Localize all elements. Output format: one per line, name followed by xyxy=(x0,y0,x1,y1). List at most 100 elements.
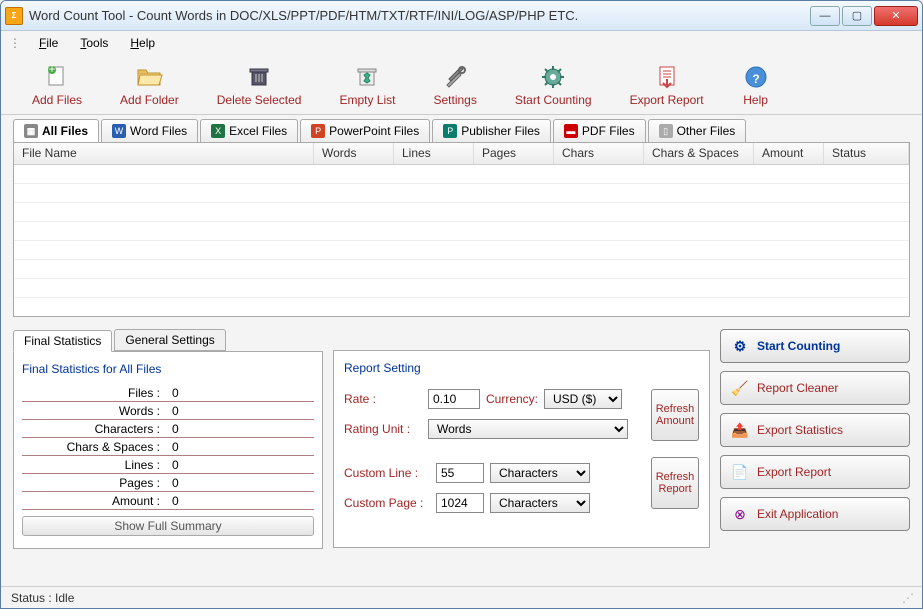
report-cleaner-label: Report Cleaner xyxy=(757,381,838,395)
export-statistics-action[interactable]: 📤 Export Statistics xyxy=(720,413,910,447)
custom-line-input[interactable] xyxy=(436,463,484,483)
custom-page-input[interactable] xyxy=(436,493,484,513)
stat-files: Files :0 xyxy=(22,384,314,402)
window-controls: — ▢ ✕ xyxy=(810,6,918,26)
window-title: Word Count Tool - Count Words in DOC/XLS… xyxy=(29,8,810,23)
rating-unit-label: Rating Unit : xyxy=(344,422,422,436)
export-report-icon: 📄 xyxy=(731,463,749,481)
refresh-amount-button[interactable]: Refresh Amount xyxy=(651,389,699,441)
menu-help[interactable]: Help xyxy=(120,33,165,53)
start-counting-label: Start Counting xyxy=(757,339,840,353)
stat-pages: Pages :0 xyxy=(22,474,314,492)
exit-application-action[interactable]: ⊗ Exit Application xyxy=(720,497,910,531)
maximize-button[interactable]: ▢ xyxy=(842,6,872,26)
exit-application-label: Exit Application xyxy=(757,507,838,521)
tab-final-statistics[interactable]: Final Statistics xyxy=(13,330,112,352)
tab-powerpoint-files[interactable]: P PowerPoint Files xyxy=(300,119,430,142)
tab-all-files[interactable]: ▦All Files xyxy=(13,119,99,142)
tab-pdf-files-label: PDF Files xyxy=(582,124,635,138)
report-frame: Report Setting Rate : Currency: USD ($) … xyxy=(333,350,710,548)
tab-general-settings[interactable]: General Settings xyxy=(114,329,225,351)
tab-other-files-label: Other Files xyxy=(677,124,736,138)
tab-other-files[interactable]: ▯ Other Files xyxy=(648,119,747,142)
menubar-grip-icon: ⋮ xyxy=(9,36,21,50)
col-chars-spaces[interactable]: Chars & Spaces xyxy=(644,143,754,164)
svg-text:+: + xyxy=(49,63,56,76)
custom-page-label: Custom Page : xyxy=(344,496,430,510)
table-row xyxy=(14,241,909,260)
table-row xyxy=(14,184,909,203)
help-icon: ? xyxy=(742,63,770,91)
stat-amount: Amount :0 xyxy=(22,492,314,510)
powerpoint-icon: P xyxy=(311,124,325,138)
show-full-summary-button[interactable]: Show Full Summary xyxy=(22,516,314,536)
file-icon: ▯ xyxy=(659,124,673,138)
stats-column: Final Statistics General Settings Final … xyxy=(13,329,323,586)
stats-frame: Final Statistics for All Files Files :0 … xyxy=(13,351,323,549)
refresh-report-button[interactable]: Refresh Report xyxy=(651,457,699,509)
custom-line-row: Custom Line : Characters xyxy=(344,463,643,483)
settings-button[interactable]: Settings xyxy=(414,58,495,112)
export-icon: 📤 xyxy=(731,421,749,439)
tab-pdf-files[interactable]: ▬PDF Files xyxy=(553,119,646,142)
col-filename[interactable]: File Name xyxy=(14,143,314,164)
broom-icon: 🧹 xyxy=(731,379,749,397)
col-chars[interactable]: Chars xyxy=(554,143,644,164)
toolbar: + Add Files Add Folder Delete Selected E… xyxy=(1,55,922,115)
titlebar: Σ Word Count Tool - Count Words in DOC/X… xyxy=(1,1,922,31)
currency-select[interactable]: USD ($) xyxy=(544,389,622,409)
table-row xyxy=(14,222,909,241)
publisher-icon: P xyxy=(443,124,457,138)
grid-body[interactable] xyxy=(14,165,909,317)
currency-label: Currency: xyxy=(486,392,538,406)
excel-icon: X xyxy=(211,124,225,138)
add-file-icon: + xyxy=(43,63,71,91)
bottom-panel: Final Statistics General Settings Final … xyxy=(13,329,910,586)
tab-word-files[interactable]: WWord Files xyxy=(101,119,198,142)
rate-label: Rate : xyxy=(344,392,422,406)
col-pages[interactable]: Pages xyxy=(474,143,554,164)
export-report-label: Export Report xyxy=(630,93,704,107)
table-row xyxy=(14,298,909,317)
tab-publisher-files[interactable]: PPublisher Files xyxy=(432,119,551,142)
custom-line-unit-select[interactable]: Characters xyxy=(490,463,590,483)
stat-words: Words :0 xyxy=(22,402,314,420)
report-title: Report Setting xyxy=(344,361,699,375)
menu-tools[interactable]: Tools xyxy=(70,33,118,53)
export-report-action[interactable]: 📄 Export Report xyxy=(720,455,910,489)
custom-page-row: Custom Page : Characters xyxy=(344,493,643,513)
statusbar: Status : Idle ⋰ xyxy=(1,586,922,608)
rating-unit-select[interactable]: Words xyxy=(428,419,628,439)
table-row xyxy=(14,260,909,279)
app-icon: Σ xyxy=(5,7,23,25)
grid-header: File Name Words Lines Pages Chars Chars … xyxy=(14,143,909,165)
col-words[interactable]: Words xyxy=(314,143,394,164)
tools-icon xyxy=(441,63,469,91)
table-row xyxy=(14,165,909,184)
minimize-button[interactable]: — xyxy=(810,6,840,26)
tab-word-files-label: Word Files xyxy=(130,124,187,138)
menu-file[interactable]: File xyxy=(29,33,68,53)
start-counting-action[interactable]: ⚙ Start Counting xyxy=(720,329,910,363)
add-files-button[interactable]: + Add Files xyxy=(13,58,101,112)
report-cleaner-action[interactable]: 🧹 Report Cleaner xyxy=(720,371,910,405)
custom-page-unit-select[interactable]: Characters xyxy=(490,493,590,513)
side-actions: ⚙ Start Counting 🧹 Report Cleaner 📤 Expo… xyxy=(720,329,910,586)
empty-list-button[interactable]: Empty List xyxy=(320,58,414,112)
gear-icon: ⚙ xyxy=(731,337,749,355)
stat-chars-spaces: Chars & Spaces :0 xyxy=(22,438,314,456)
export-report-button[interactable]: Export Report xyxy=(611,58,723,112)
col-lines[interactable]: Lines xyxy=(394,143,474,164)
col-amount[interactable]: Amount xyxy=(754,143,824,164)
col-status[interactable]: Status xyxy=(824,143,909,164)
close-button[interactable]: ✕ xyxy=(874,6,918,26)
help-button[interactable]: ? Help xyxy=(723,58,789,112)
tab-excel-files[interactable]: X Excel Files xyxy=(200,119,298,142)
add-folder-button[interactable]: Add Folder xyxy=(101,58,198,112)
tab-powerpoint-files-label: PowerPoint Files xyxy=(329,124,419,138)
rate-input[interactable] xyxy=(428,389,480,409)
resize-grip-icon[interactable]: ⋰ xyxy=(902,591,912,605)
tab-excel-files-label: Excel Files xyxy=(229,124,287,138)
start-counting-button[interactable]: Start Counting xyxy=(496,58,611,112)
delete-selected-button[interactable]: Delete Selected xyxy=(198,58,321,112)
